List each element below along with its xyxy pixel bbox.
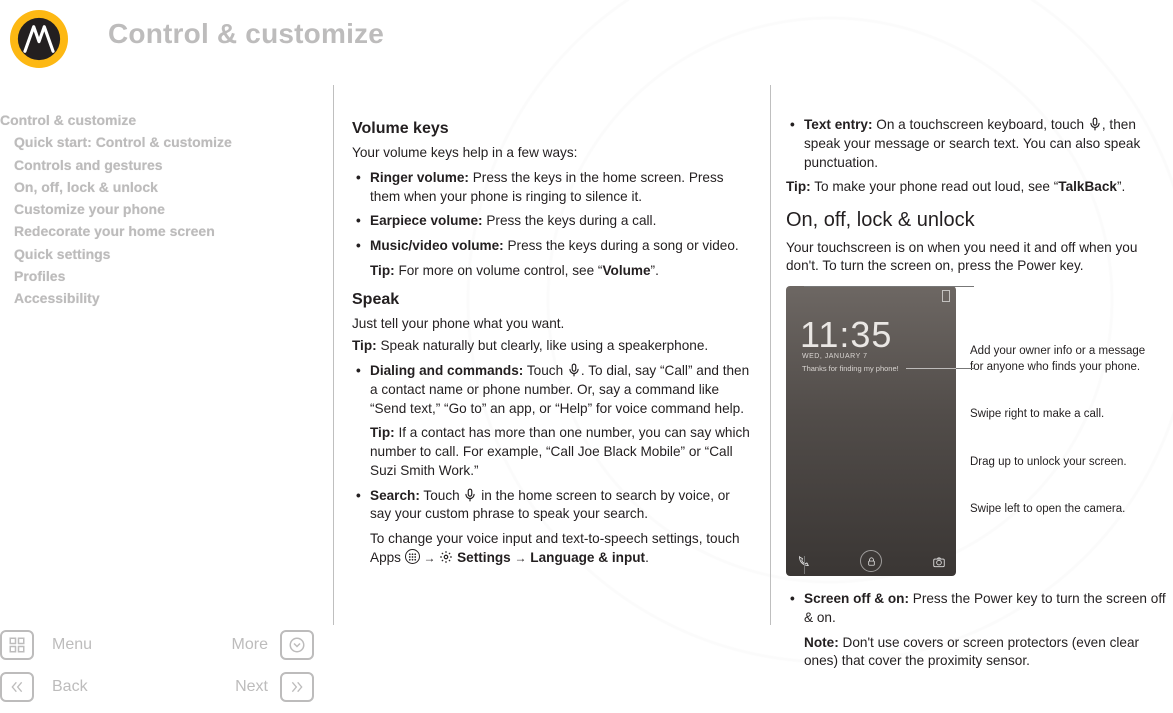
lock-screen-illustration: 11:35 WED, JANUARY 7 Thanks for finding …	[786, 286, 1168, 576]
dialing-item: Dialing and commands: Touch . To dial, s…	[352, 362, 754, 481]
screen-note: Note: Don't use covers or screen protect…	[804, 634, 1168, 672]
table-of-contents: Control & customize Quick start: Control…	[0, 110, 300, 311]
annot-call: Swipe right to make a call.	[970, 407, 1160, 423]
dial-tip-text: If a contact has more than one number, y…	[370, 425, 750, 478]
apps-icon	[405, 549, 420, 564]
note-text: Don't use covers or screen protectors (e…	[804, 635, 1139, 669]
back-icon	[7, 679, 27, 695]
more-label[interactable]: More	[164, 636, 272, 654]
column-divider-2	[770, 85, 771, 625]
volume-intro: Your volume keys help in a few ways:	[352, 144, 754, 163]
music-bold: Music/video volume:	[370, 238, 504, 253]
read-tip: Tip: To make your phone read out loud, s…	[786, 178, 1168, 197]
lock-message: Thanks for finding my phone!	[802, 364, 899, 374]
motorola-icon	[17, 17, 61, 61]
on-off-intro: Your touchscreen is on when you need it …	[786, 239, 1168, 277]
bottom-nav: Menu More Back Next	[0, 627, 320, 705]
annotations: Add your owner info or a message for any…	[970, 286, 1160, 518]
leader-line	[804, 556, 805, 574]
text-t1: On a touchscreen keyboard, touch	[873, 117, 1088, 132]
leader-line	[956, 368, 974, 369]
dial-t1: Touch	[523, 363, 567, 378]
language-input-link[interactable]: Language & input	[530, 550, 645, 565]
annot-camera: Swipe left to open the camera.	[970, 502, 1160, 518]
arrow-icon: →	[424, 552, 436, 564]
toc-item-control-customize[interactable]: Control & customize	[0, 110, 300, 132]
brand-logo	[10, 10, 68, 68]
speak-tip-text: Speak naturally but clearly, like using …	[377, 338, 708, 353]
toc-item-accessibility[interactable]: Accessibility	[0, 288, 300, 310]
column-divider-1	[333, 85, 334, 625]
dial-tip: Tip: If a contact has more than one numb…	[370, 424, 754, 480]
note-label: Note:	[804, 635, 839, 650]
screen-bold: Screen off & on:	[804, 591, 909, 606]
content-column-1: Volume keys Your volume keys help in a f…	[352, 110, 754, 574]
next-icon	[287, 679, 307, 695]
lock-date: WED, JANUARY 7	[802, 352, 867, 362]
voice-settings: To change your voice input and text-to-s…	[370, 530, 754, 568]
speak-heading: Speak	[352, 289, 754, 311]
more-button[interactable]	[280, 630, 314, 660]
gear-icon	[439, 550, 453, 564]
tip-label: Tip:	[370, 425, 395, 440]
speak-intro: Just tell your phone what you want.	[352, 315, 754, 334]
settings-link[interactable]: Settings	[457, 550, 511, 565]
camera-icon	[932, 555, 946, 569]
mic-icon	[1088, 117, 1102, 131]
next-button[interactable]	[280, 672, 314, 702]
battery-icon	[942, 290, 950, 302]
read-mid: To make your phone read out loud, see	[811, 179, 1054, 194]
toc-item-controls-gestures[interactable]: Controls and gestures	[0, 155, 300, 177]
grid-icon	[8, 636, 26, 654]
music-item: Music/video volume: Press the keys durin…	[352, 237, 754, 256]
back-label[interactable]: Back	[48, 678, 156, 696]
search-t1: Touch	[420, 488, 464, 503]
search-item: Search: Touch in the home screen to sear…	[352, 487, 754, 568]
mic-icon	[567, 363, 581, 377]
menu-button[interactable]	[0, 630, 34, 660]
toc-item-on-off-lock[interactable]: On, off, lock & unlock	[0, 177, 300, 199]
dialing-bold: Dialing and commands:	[370, 363, 523, 378]
speak-tip: Tip: Speak naturally but clearly, like u…	[352, 337, 754, 356]
tip-label: Tip:	[352, 338, 377, 353]
toc-item-customize-phone[interactable]: Customize your phone	[0, 199, 300, 221]
text-entry-bold: Text entry:	[804, 117, 873, 132]
earpiece-text: Press the keys during a call.	[483, 213, 657, 228]
menu-label[interactable]: Menu	[48, 636, 156, 654]
page-title: Control & customize	[108, 18, 384, 50]
chevron-down-circle-icon	[288, 636, 306, 654]
toc-item-quick-settings[interactable]: Quick settings	[0, 244, 300, 266]
toc-item-quick-start[interactable]: Quick start: Control & customize	[0, 132, 300, 154]
on-off-heading: On, off, lock & unlock	[786, 207, 1168, 235]
annot-unlock: Drag up to unlock your screen.	[970, 455, 1160, 471]
toc-item-redecorate[interactable]: Redecorate your home screen	[0, 221, 300, 243]
ringer-item: Ringer volume: Press the keys in the hom…	[352, 169, 754, 207]
ringer-bold: Ringer volume:	[370, 170, 469, 185]
content-column-2: Text entry: On a touchscreen keyboard, t…	[786, 110, 1168, 677]
music-text: Press the keys during a song or video.	[504, 238, 739, 253]
earpiece-item: Earpiece volume: Press the keys during a…	[352, 212, 754, 231]
phone-mock: 11:35 WED, JANUARY 7 Thanks for finding …	[786, 286, 956, 576]
arrow-icon: →	[515, 552, 527, 564]
toc-item-profiles[interactable]: Profiles	[0, 266, 300, 288]
next-label[interactable]: Next	[164, 678, 272, 696]
talkback-link[interactable]: TalkBack	[1058, 179, 1117, 194]
phone-icon	[796, 555, 810, 569]
annot-owner: Add your owner info or a message for any…	[970, 344, 1160, 375]
volume-link[interactable]: Volume	[602, 263, 650, 278]
screen-off-on-item: Screen off & on: Press the Power key to …	[786, 590, 1168, 671]
volume-tip: Tip: For more on volume control, see “Vo…	[352, 262, 754, 281]
back-button[interactable]	[0, 672, 34, 702]
text-entry-item: Text entry: On a touchscreen keyboard, t…	[786, 116, 1168, 172]
search-bold: Search:	[370, 488, 420, 503]
tip-label: Tip:	[370, 263, 395, 278]
earpiece-bold: Earpiece volume:	[370, 213, 483, 228]
lock-icon	[860, 550, 882, 572]
volume-keys-heading: Volume keys	[352, 118, 754, 140]
tip-label: Tip:	[786, 179, 811, 194]
tip-mid: For more on volume control, see	[395, 263, 598, 278]
mic-icon	[463, 488, 477, 502]
